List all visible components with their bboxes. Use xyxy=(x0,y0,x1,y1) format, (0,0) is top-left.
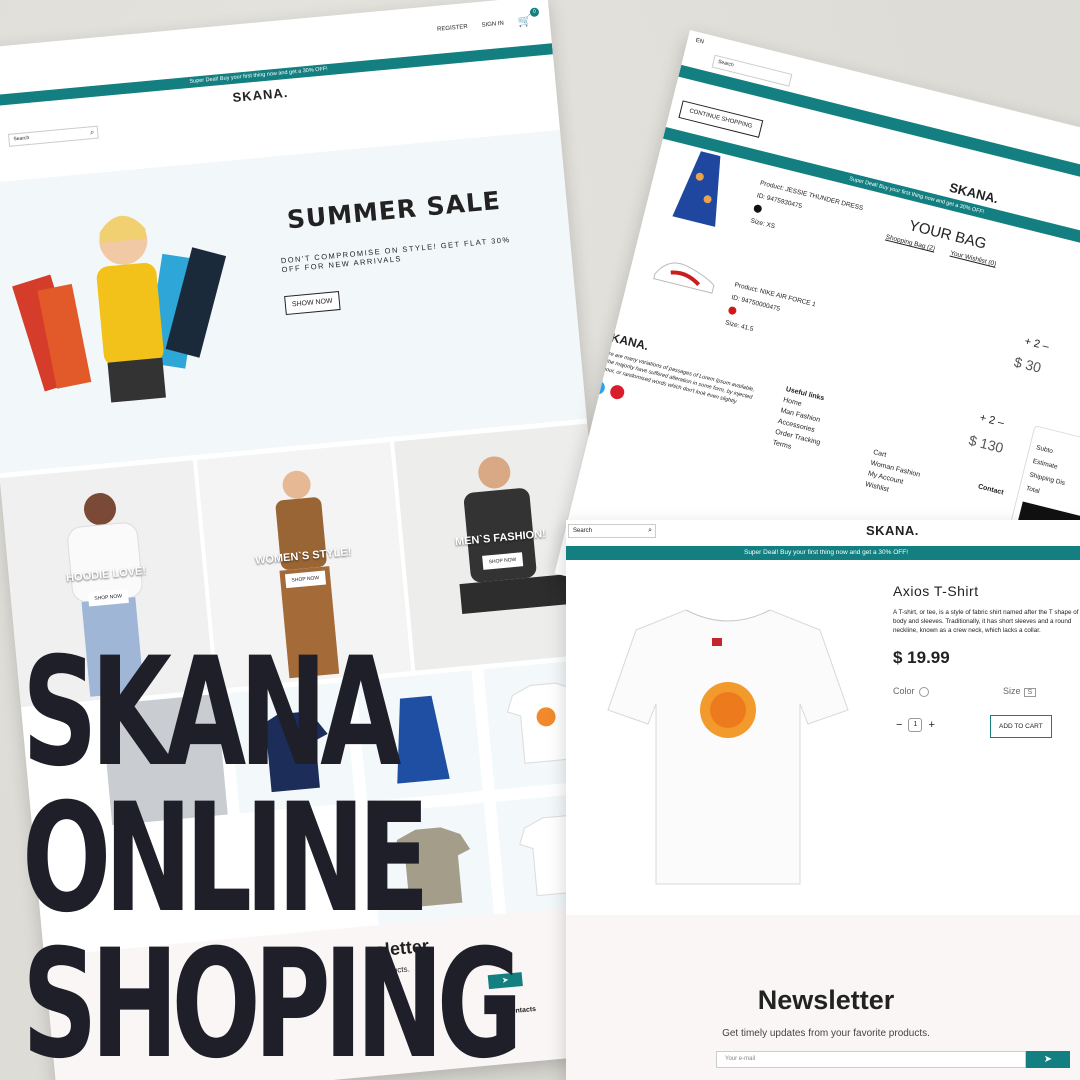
color-swatch[interactable] xyxy=(918,686,929,697)
email-field[interactable]: Your e-mail xyxy=(716,1051,1026,1068)
color-label: Color xyxy=(893,686,915,696)
cart-item: Product: JESSIE THUNDER DRESS ID: 947593… xyxy=(749,177,865,253)
headline-line: SKANA xyxy=(22,626,401,800)
register-link[interactable]: REGISTER xyxy=(437,24,468,33)
cart-badge: 0 xyxy=(529,7,540,18)
headline-line: ONLINE xyxy=(22,772,430,946)
search-placeholder: Search xyxy=(573,528,593,534)
newsletter-subtitle: Get timely updates from your favorite pr… xyxy=(722,1028,930,1039)
search-icon: ⌕ xyxy=(89,128,95,137)
product-price: $ 19.99 xyxy=(893,648,950,667)
footer: SKANA. There are many variations of pass… xyxy=(589,328,1080,523)
cart-item: Product: NIKE AIR FORCE 1 ID: 9475000047… xyxy=(724,279,818,350)
continue-shopping-button[interactable]: CONTINUE SHOPPING xyxy=(678,100,763,138)
newsletter-section: Newsletter Get timely updates from your … xyxy=(566,915,1080,1080)
tshirt-image xyxy=(607,609,849,885)
product-page-screenshot: Search ⌕ SKANA. Super Deal! Buy your firs… xyxy=(566,520,1080,1080)
color-selector: Color xyxy=(893,686,929,697)
plus-icon[interactable]: + xyxy=(928,719,934,731)
show-now-button[interactable]: SHOW NOW xyxy=(284,291,341,316)
brand-logo[interactable]: SKANA. xyxy=(866,523,919,538)
tab-wishlist[interactable]: Your Wishlist (0) xyxy=(950,250,997,268)
size-dropdown[interactable]: S xyxy=(1023,688,1037,697)
language-selector[interactable]: EN xyxy=(695,38,705,46)
hero-image xyxy=(12,215,227,403)
quantity-stepper: − 1 + xyxy=(896,718,935,732)
promo-headline: SKANA ONLINE SHOPING xyxy=(22,626,523,1080)
size-selector: Size S xyxy=(1003,686,1037,697)
add-to-cart-button[interactable]: ADD TO CART xyxy=(990,715,1052,738)
headline-line: SHOPING xyxy=(22,918,523,1080)
quantity-stepper[interactable]: + 2 – xyxy=(1023,335,1050,353)
product-description: A T-shirt, or tee, is a style of fabric … xyxy=(893,609,1080,634)
promo-bar: Super Deal! Buy your first thing now and… xyxy=(566,546,1080,560)
search-input[interactable]: Search ⌕ xyxy=(568,524,656,538)
newsletter-title: Newsletter xyxy=(757,985,895,1015)
size-label: Size xyxy=(1003,686,1021,696)
pinterest-icon[interactable] xyxy=(608,383,626,401)
hero-subtitle: DON'T COMPROMISE ON STYLE! GET FLAT 30% … xyxy=(280,234,511,275)
cart-icon[interactable]: 🛒 0 xyxy=(517,7,540,29)
product-title: Axios T-Shirt xyxy=(893,583,979,599)
dress-image xyxy=(672,151,721,227)
send-arrow-icon[interactable]: ➤ xyxy=(1026,1051,1070,1068)
hero-banner: SUMMER SALE DON'T COMPROMISE ON STYLE! G… xyxy=(0,129,587,474)
search-icon: ⌕ xyxy=(648,527,652,534)
product-image-container xyxy=(566,560,891,915)
search-placeholder: Search xyxy=(13,134,30,143)
item-color-swatch xyxy=(752,204,763,214)
signin-link[interactable]: SIGN IN xyxy=(481,21,504,29)
item-price: $ 30 xyxy=(1012,353,1043,376)
search-input[interactable]: Search ⌕ xyxy=(7,125,99,147)
hero-title: SUMMER SALE xyxy=(285,185,502,235)
item-color-swatch xyxy=(727,306,738,316)
sneaker-image xyxy=(653,262,715,294)
quantity-value[interactable]: 1 xyxy=(908,718,923,732)
minus-icon[interactable]: − xyxy=(896,719,902,731)
